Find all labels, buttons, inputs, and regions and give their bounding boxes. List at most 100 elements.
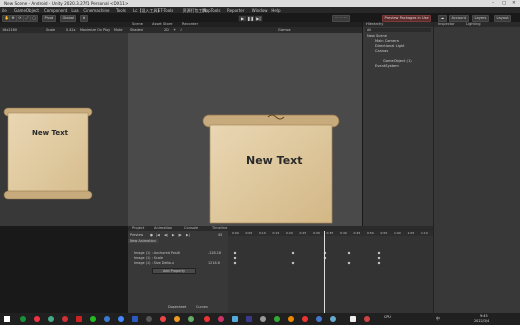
app-icon[interactable] xyxy=(316,316,322,322)
clock-date[interactable]: 2022/3/4 xyxy=(474,319,489,323)
tab-hierarchy[interactable]: Hierarchy xyxy=(366,22,383,27)
hierarchy-item[interactable]: Canvas xyxy=(375,49,388,53)
hierarchy-item[interactable]: Main Camera xyxy=(375,39,399,43)
app-icon[interactable] xyxy=(104,316,110,322)
preview-packages-badge[interactable]: Preview Packages in Use xyxy=(382,14,432,22)
maximize-button[interactable]: □ xyxy=(502,1,506,6)
resolution-dropdown[interactable]: 16x2160 xyxy=(2,28,17,32)
prev-key-button[interactable]: ◀| xyxy=(164,233,168,237)
minimize-button[interactable]: – xyxy=(492,1,494,6)
hierarchy-scene-name[interactable]: New Scene xyxy=(367,34,387,38)
app-icon[interactable] xyxy=(160,316,166,322)
app-icon[interactable] xyxy=(246,316,252,322)
step-button[interactable]: ▶| xyxy=(254,14,263,22)
start-icon[interactable] xyxy=(4,316,10,322)
app-icon[interactable] xyxy=(174,316,180,322)
add-property-button[interactable]: Add Property xyxy=(152,268,196,274)
hierarchy-item[interactable]: GameObject (1) xyxy=(383,59,412,63)
keyframe[interactable] xyxy=(233,256,237,260)
unity-icon[interactable] xyxy=(350,316,356,322)
dopesheet-area[interactable]: 0:00 0:05 0:10 0:15 0:20 0:25 0:30 0:35 0:40 0:45… xyxy=(228,231,433,313)
app-icon[interactable] xyxy=(62,316,68,322)
scene-new-text: New Text xyxy=(246,154,303,167)
hierarchy-item[interactable]: EventSystem xyxy=(375,64,399,68)
last-key-button[interactable]: ▶| xyxy=(186,233,190,237)
wechat-icon[interactable] xyxy=(90,316,96,322)
maximize-on-play-toggle[interactable]: Maximize On Play xyxy=(80,28,110,32)
keyframe[interactable] xyxy=(377,261,381,265)
timeline-ruler[interactable]: 0:00 0:05 0:10 0:15 0:20 0:25 0:30 0:35 0:40 0:45… xyxy=(228,231,433,236)
keyframe[interactable] xyxy=(347,251,351,255)
keyframe[interactable] xyxy=(291,251,295,255)
keyframe[interactable] xyxy=(377,251,381,255)
rect-tool-button[interactable]: ▢ xyxy=(30,14,39,22)
keyframe[interactable] xyxy=(233,251,237,255)
app-icon[interactable] xyxy=(20,316,26,322)
close-button[interactable]: ✕ xyxy=(512,1,516,6)
property-name[interactable]: Image (1) : Size Delta.x xyxy=(134,261,174,265)
app-icon[interactable] xyxy=(260,316,266,322)
keyframe[interactable] xyxy=(233,261,237,265)
keyframe[interactable] xyxy=(291,261,295,265)
collab-icon[interactable]: ☁ xyxy=(438,14,447,22)
property-name[interactable]: Image (1) : Scale xyxy=(134,256,163,260)
app-icon[interactable] xyxy=(288,316,294,322)
layout-dropdown[interactable]: Layout xyxy=(494,14,512,22)
app-icon[interactable] xyxy=(146,316,152,322)
record-button[interactable]: ● xyxy=(150,233,153,237)
hierarchy-search[interactable]: All xyxy=(365,28,431,32)
frame-field[interactable]: 45 xyxy=(218,233,222,237)
ruler-tick-label: 0:25 xyxy=(299,231,307,235)
first-key-button[interactable]: |◀ xyxy=(156,233,160,237)
layers-dropdown[interactable]: Layers xyxy=(472,14,489,22)
app-icon[interactable] xyxy=(34,316,40,322)
playhead[interactable] xyxy=(324,231,325,313)
lighting-toggle-icon[interactable]: ☀ xyxy=(173,28,176,32)
keyframe[interactable] xyxy=(347,261,351,265)
clock-time[interactable]: 9:45 xyxy=(480,314,488,318)
app-icon[interactable] xyxy=(132,316,138,322)
preview-toggle[interactable]: Preview xyxy=(130,233,143,237)
game-view[interactable]: New Text xyxy=(0,33,128,226)
app-icon[interactable] xyxy=(204,316,210,322)
grid-snap-button[interactable]: # xyxy=(80,14,89,22)
tab-inspector[interactable]: Inspector xyxy=(438,22,455,27)
ruler-tick-label: 0:40 xyxy=(340,231,347,235)
mute-toggle[interactable]: Mute xyxy=(114,28,123,32)
keyframe[interactable] xyxy=(323,256,327,260)
audio-toggle-icon[interactable]: ♪ xyxy=(180,28,182,32)
shading-dropdown[interactable]: Shaded xyxy=(130,28,143,32)
scale-value[interactable]: 0.42x xyxy=(66,28,76,32)
title-bar: New Scene - Android - Unity 2020.3.27f1 … xyxy=(0,0,520,7)
property-value[interactable]: 1218.6 xyxy=(208,261,220,265)
gizmos-dropdown[interactable]: Gizmos xyxy=(278,28,291,32)
app-icon[interactable] xyxy=(48,316,54,322)
keyframe[interactable] xyxy=(323,251,327,255)
clip-dropdown[interactable]: New Animation xyxy=(128,239,158,243)
keyframe[interactable] xyxy=(377,256,381,260)
dopesheet-tab[interactable]: Dopesheet xyxy=(168,305,186,309)
app-icon[interactable] xyxy=(76,316,82,322)
app-icon[interactable] xyxy=(118,316,124,322)
property-value[interactable]: -128.18 xyxy=(208,251,221,255)
account-dropdown[interactable]: Account xyxy=(449,14,469,22)
anim-play-button[interactable]: ▶ xyxy=(172,233,175,237)
2d-toggle[interactable]: 2D xyxy=(164,28,169,32)
next-key-button[interactable]: |▶ xyxy=(178,233,182,237)
property-name[interactable]: Image (1) : Anchored Positi xyxy=(134,251,180,255)
cpu-indicator: CPU xyxy=(384,315,391,319)
scene-view[interactable]: New Text xyxy=(128,33,362,226)
app-icon[interactable] xyxy=(232,316,238,322)
ime-indicator[interactable]: 中 xyxy=(436,316,440,322)
app-icon[interactable] xyxy=(218,316,224,322)
pivot-toggle[interactable]: Pivot xyxy=(42,14,56,22)
global-toggle[interactable]: Global xyxy=(60,14,77,22)
app-icon[interactable] xyxy=(330,316,336,322)
tab-lighting[interactable]: Lighting xyxy=(466,22,481,27)
app-icon[interactable] xyxy=(364,316,370,322)
app-icon[interactable] xyxy=(274,316,280,322)
app-icon[interactable] xyxy=(302,316,308,322)
app-icon[interactable] xyxy=(188,316,194,322)
hierarchy-item[interactable]: Directional Light xyxy=(375,44,405,48)
curves-tab[interactable]: Curves xyxy=(196,305,208,309)
